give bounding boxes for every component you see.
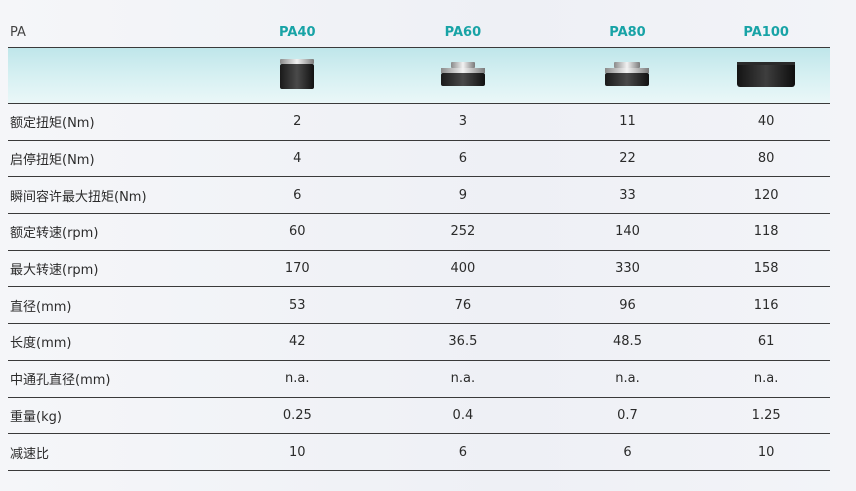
value-cell-pa40: n.a. [285, 371, 310, 387]
row-label: 额定扭矩(Nm) [10, 116, 95, 132]
pa80-image-cell [553, 60, 703, 92]
row-label: 瞬间容许最大扭矩(Nm) [10, 189, 147, 205]
value-cell-pa40: 170 [284, 261, 310, 277]
table-row: 重量(kg) 0.25 0.4 0.7 1.25 [8, 398, 830, 435]
value-cell-pa60: 400 [450, 261, 476, 277]
value-cell-pa60: 6 [458, 151, 468, 167]
value-cell-pa80: 33 [619, 187, 636, 203]
value-cell-pa40: 60 [289, 224, 306, 240]
value-cell-pa60: 0.4 [452, 407, 474, 423]
value-cell-pa40: 10 [289, 444, 306, 460]
model-header-pa80: PA80 [609, 25, 646, 40]
value-cell-pa100: 80 [757, 151, 775, 167]
pa40-image-cell [221, 57, 373, 95]
spec-table: PA PA40 PA60 PA80 PA100 额定扭矩(Nm) 2 3 11 … [8, 18, 830, 471]
product-image-row [8, 48, 830, 104]
row-label: 长度(mm) [10, 336, 72, 352]
pa60-image-cell [373, 60, 553, 92]
value-cell-pa80: 0.7 [617, 407, 638, 423]
value-cell-pa60: 36.5 [448, 334, 478, 350]
row-label: 中通孔直径(mm) [10, 373, 111, 389]
value-cell-pa100: n.a. [753, 371, 779, 387]
value-cell-pa80: n.a. [615, 371, 640, 387]
table-row: 额定转速(rpm) 60 252 140 118 [8, 214, 830, 251]
table-row: 最大转速(rpm) 170 400 330 158 [8, 251, 830, 288]
value-cell-pa60: 3 [458, 114, 468, 130]
value-cell-pa60: 252 [450, 224, 476, 240]
pa80-actuator-icon [605, 61, 650, 86]
value-cell-pa80: 96 [619, 297, 636, 313]
value-cell-pa40: 0.25 [282, 407, 312, 423]
row-label: 额定转速(rpm) [10, 226, 99, 242]
pa60-actuator-icon [440, 61, 485, 86]
value-cell-pa80: 48.5 [613, 334, 642, 350]
row-label: 最大转速(rpm) [10, 263, 99, 279]
table-row: 减速比 10 6 6 10 [8, 434, 830, 471]
value-cell-pa80: 330 [615, 261, 640, 277]
value-cell-pa100: 116 [753, 297, 779, 313]
row-label: 重量(kg) [10, 409, 62, 425]
value-cell-pa40: 42 [289, 334, 306, 350]
value-cell-pa100: 61 [757, 334, 775, 350]
model-header-pa40: PA40 [279, 25, 316, 40]
value-cell-pa60: n.a. [450, 371, 476, 387]
pa40-actuator-icon [280, 58, 315, 89]
row-label: 减速比 [10, 446, 50, 462]
table-row: 启停扭矩(Nm) 4 6 22 80 [8, 141, 830, 178]
value-cell-pa60: 76 [454, 297, 472, 313]
table-row: 额定扭矩(Nm) 2 3 11 40 [8, 104, 830, 141]
value-cell-pa80: 11 [619, 114, 636, 130]
value-cell-pa40: 6 [293, 187, 302, 203]
value-cell-pa80: 140 [615, 224, 640, 240]
value-cell-pa80: 6 [623, 444, 632, 460]
corner-label: PA [10, 25, 26, 40]
row-label: 直径(mm) [10, 299, 72, 315]
pa100-actuator-icon [737, 61, 796, 87]
table-row: 中通孔直径(mm) n.a. n.a. n.a. n.a. [8, 361, 830, 398]
table-row: 直径(mm) 53 76 96 116 [8, 287, 830, 325]
value-cell-pa100: 118 [753, 224, 779, 240]
table-header-row: PA PA40 PA60 PA80 PA100 [8, 18, 830, 48]
model-header-pa100: PA100 [743, 25, 789, 40]
value-cell-pa60: 6 [458, 444, 468, 460]
value-cell-pa100: 40 [757, 114, 775, 130]
value-cell-pa100: 158 [753, 261, 779, 277]
pa100-image-cell [702, 59, 830, 93]
value-cell-pa40: 2 [293, 114, 302, 130]
value-cell-pa100: 10 [757, 444, 775, 460]
value-cell-pa60: 9 [458, 187, 468, 203]
value-cell-pa80: 22 [619, 151, 636, 167]
table-row: 长度(mm) 42 36.5 48.5 61 [8, 324, 830, 361]
value-cell-pa40: 4 [293, 151, 302, 167]
value-cell-pa40: 53 [289, 297, 306, 313]
value-cell-pa100: 120 [753, 187, 779, 203]
table-row: 瞬间容许最大扭矩(Nm) 6 9 33 120 [8, 177, 830, 215]
value-cell-pa100: 1.25 [751, 407, 781, 423]
row-label: 启停扭矩(Nm) [10, 153, 95, 169]
model-header-pa60: PA60 [444, 25, 482, 40]
